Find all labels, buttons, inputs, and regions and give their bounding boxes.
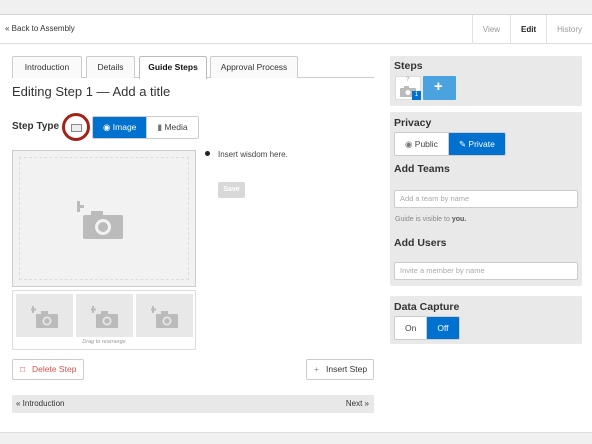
nav-history[interactable]: History (546, 15, 592, 44)
data-capture-off-button[interactable]: Off (426, 317, 459, 339)
delete-step-button[interactable]: □ Delete Step (12, 359, 84, 380)
bottom-strip (0, 432, 592, 444)
edit-icon: ✎ (458, 139, 469, 149)
insert-step-button[interactable]: + Insert Step (306, 359, 374, 380)
tab-introduction[interactable]: Introduction (12, 56, 82, 78)
tab-approval-process[interactable]: Approval Process (210, 56, 298, 78)
main-content: Introduction Details Guide Steps Approva… (0, 44, 592, 432)
step-number-badge: 1 (412, 91, 421, 100)
privacy-panel: Privacy ◉ Public ✎ Private Add Teams Add… (390, 112, 582, 286)
save-button[interactable]: Save (218, 182, 245, 198)
tab-guide-steps[interactable]: Guide Steps (139, 56, 207, 79)
bullet-text-field[interactable]: Insert wisdom here. (218, 150, 288, 159)
privacy-toggle: ◉ Public ✎ Private (394, 132, 506, 156)
image-type-button[interactable]: ◉ Image (93, 117, 147, 138)
add-photo-icon (151, 306, 178, 328)
top-bar: « Back to Assembly View Edit History (0, 14, 592, 44)
next-step-link[interactable]: Next » (346, 399, 369, 408)
top-nav: View Edit History (471, 15, 592, 44)
step-type-toggle: ◉ Image ▮ Media (92, 116, 199, 139)
camera-icon: ◉ (103, 122, 113, 132)
trash-icon: □ (20, 364, 26, 374)
add-photo-icon (31, 306, 58, 328)
drag-hint: Drag to rearrange (82, 339, 126, 345)
tab-bar: Introduction Details Guide Steps Approva… (12, 56, 374, 79)
prev-step-link[interactable]: « Introduction (16, 399, 64, 408)
page-title: Editing Step 1 — Add a title (12, 84, 171, 99)
step-navigation-bar: « Introduction Next » (12, 395, 374, 413)
data-capture-title: Data Capture (394, 301, 460, 313)
thumbnail-slot[interactable] (16, 294, 73, 337)
public-button[interactable]: ◉ Public (395, 133, 448, 155)
bullet-dot (205, 151, 210, 156)
privacy-title: Privacy (394, 117, 432, 129)
thumbnail-slot[interactable] (136, 294, 193, 337)
add-photo-icon (77, 201, 123, 239)
back-to-assembly-link[interactable]: « Back to Assembly (5, 24, 75, 33)
media-type-button[interactable]: ▮ Media (146, 117, 198, 138)
thumbnail-slot[interactable] (76, 294, 133, 337)
nav-edit[interactable]: Edit (510, 15, 546, 44)
thumbnail-strip: Drag to rearrange (12, 290, 196, 350)
data-capture-on-button[interactable]: On (395, 317, 427, 339)
globe-icon: ◉ (405, 139, 415, 149)
add-photo-icon (91, 306, 118, 328)
step-thumbnail[interactable]: ? 1 (395, 76, 421, 100)
step-type-label: Step Type (12, 121, 60, 132)
plus-icon: + (434, 78, 443, 95)
main-image-dropzone[interactable] (12, 150, 196, 287)
private-button[interactable]: ✎ Private (447, 133, 505, 155)
tab-details[interactable]: Details (86, 56, 135, 78)
step-type-template-button[interactable] (62, 113, 90, 141)
add-teams-title: Add Teams (394, 163, 450, 175)
add-step-button[interactable]: + (423, 76, 456, 100)
team-search-input[interactable]: Add a team by name (394, 190, 578, 208)
steps-title: Steps (394, 60, 423, 72)
nav-view[interactable]: View (471, 15, 510, 44)
envelope-icon (71, 124, 82, 132)
add-users-title: Add Users (394, 237, 447, 249)
plus-icon: + (314, 364, 319, 374)
data-capture-toggle: On Off (394, 316, 460, 340)
steps-panel: Steps ? 1 + (390, 56, 582, 106)
data-capture-panel: Data Capture On Off (390, 296, 582, 344)
visibility-hint: Guide is visible to you. (395, 216, 467, 223)
user-invite-input[interactable]: Invite a member by name (394, 262, 578, 280)
